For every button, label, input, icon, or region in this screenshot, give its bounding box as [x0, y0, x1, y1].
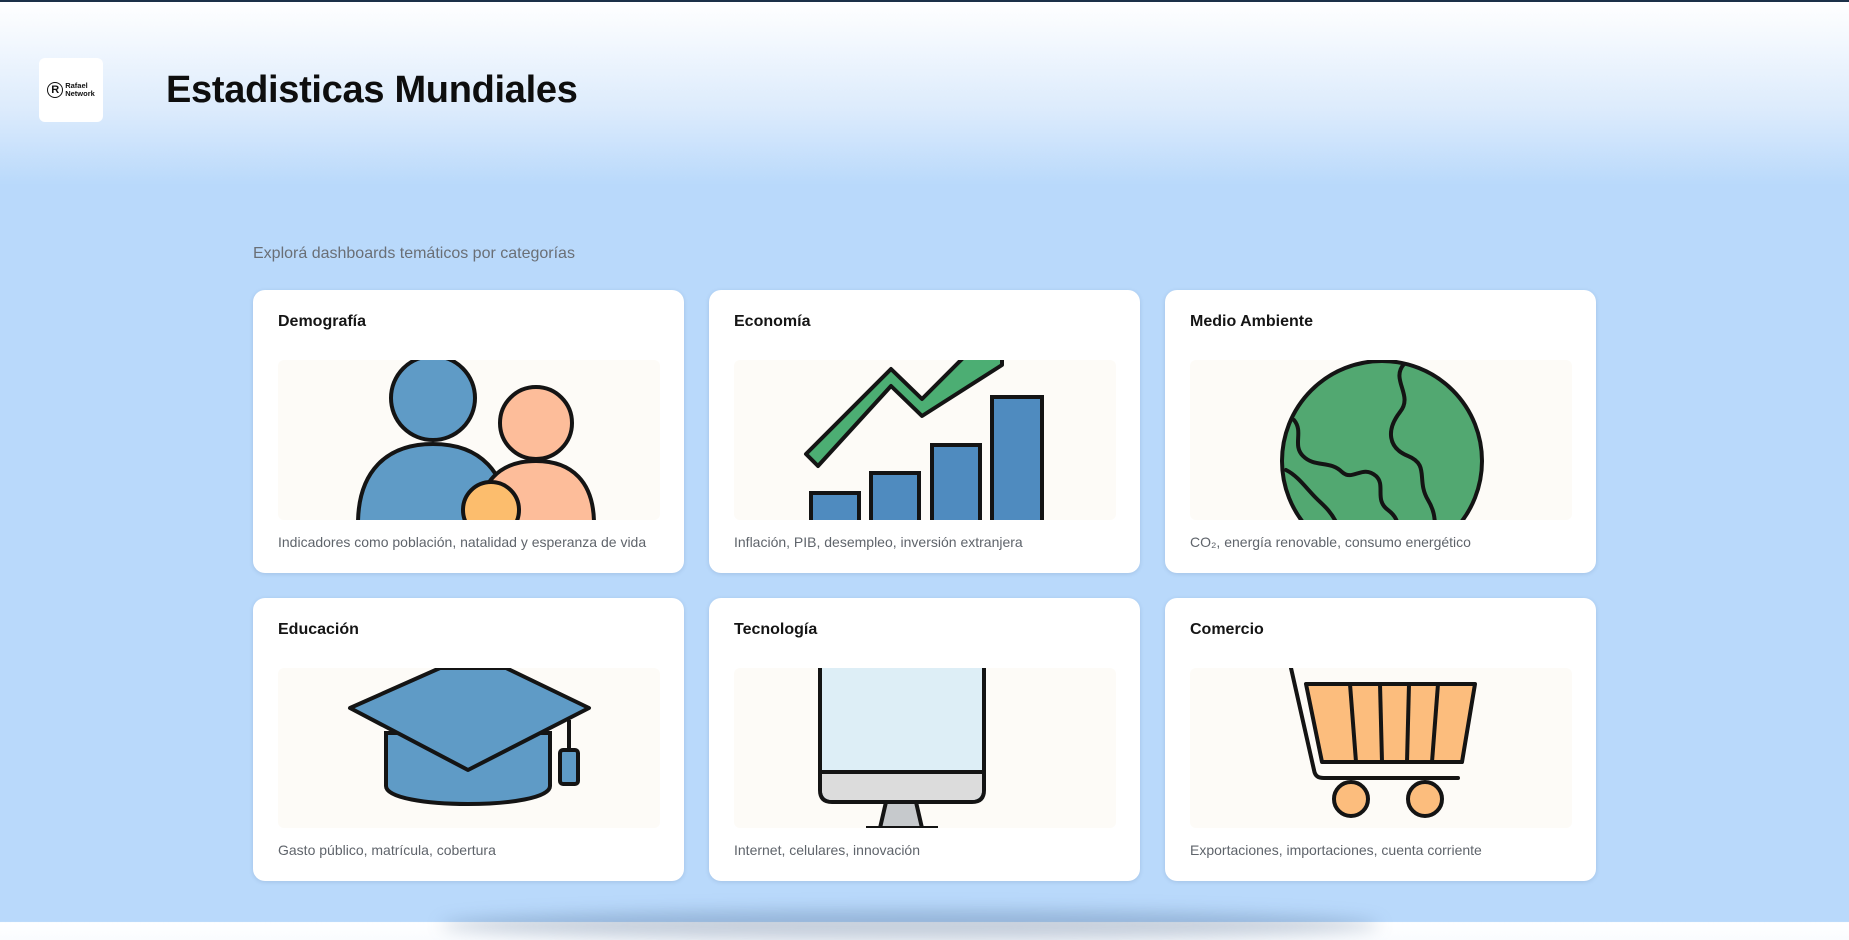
graduation-cap-icon	[348, 668, 591, 806]
card-title: Tecnología	[734, 621, 818, 638]
monitor-icon	[818, 668, 986, 828]
card-tecnologia[interactable]: Tecnología Internet, celulares, innovaci…	[709, 598, 1140, 881]
card-medio-ambiente[interactable]: Medio Ambiente CO₂, energía renovable, c…	[1165, 290, 1596, 573]
logo[interactable]: R Rafael Network	[39, 58, 103, 122]
globe-icon	[1280, 360, 1484, 520]
card-title: Medio Ambiente	[1190, 313, 1313, 330]
card-title: Educación	[278, 621, 359, 638]
card-demografia[interactable]: Demografía Indicadores como población, n…	[253, 290, 684, 573]
card-illustration	[734, 360, 1116, 520]
page-header: R Rafael Network Estadisticas Mundiales	[0, 0, 1849, 180]
card-description: CO₂, energía renovable, consumo energéti…	[1190, 534, 1471, 550]
registered-icon: R	[47, 82, 64, 98]
logo-line-2: Network	[65, 89, 95, 98]
card-title: Comercio	[1190, 621, 1264, 638]
card-illustration	[734, 668, 1116, 828]
card-illustration	[1190, 360, 1572, 520]
card-title: Economía	[734, 313, 811, 330]
card-illustration	[278, 360, 660, 520]
page-title: Estadisticas Mundiales	[166, 69, 578, 111]
bottom-panel-shadow	[440, 910, 1380, 940]
family-icon	[356, 360, 596, 520]
card-educacion[interactable]: Educación Gasto público, matrícula, cobe…	[253, 598, 684, 881]
card-title: Demografía	[278, 313, 367, 330]
card-economia[interactable]: Economía Inflación, PIB, desempleo, inve…	[709, 290, 1140, 573]
card-comercio[interactable]: Comercio Exportaciones, importaciones, c…	[1165, 598, 1596, 881]
page-subtitle: Explorá dashboards temáticos por categor…	[253, 245, 575, 262]
card-description: Exportaciones, importaciones, cuenta cor…	[1190, 842, 1482, 858]
card-description: Gasto público, matrícula, cobertura	[278, 842, 496, 858]
card-illustration	[278, 668, 660, 828]
card-illustration	[1190, 668, 1572, 828]
growth-chart-icon	[804, 360, 1044, 520]
card-description: Inflación, PIB, desempleo, inversión ext…	[734, 534, 1023, 550]
logo-text: Rafael Network	[65, 82, 95, 98]
shopping-cart-icon	[1289, 668, 1477, 818]
card-description: Internet, celulares, innovación	[734, 842, 920, 858]
card-description: Indicadores como población, natalidad y …	[278, 534, 647, 550]
